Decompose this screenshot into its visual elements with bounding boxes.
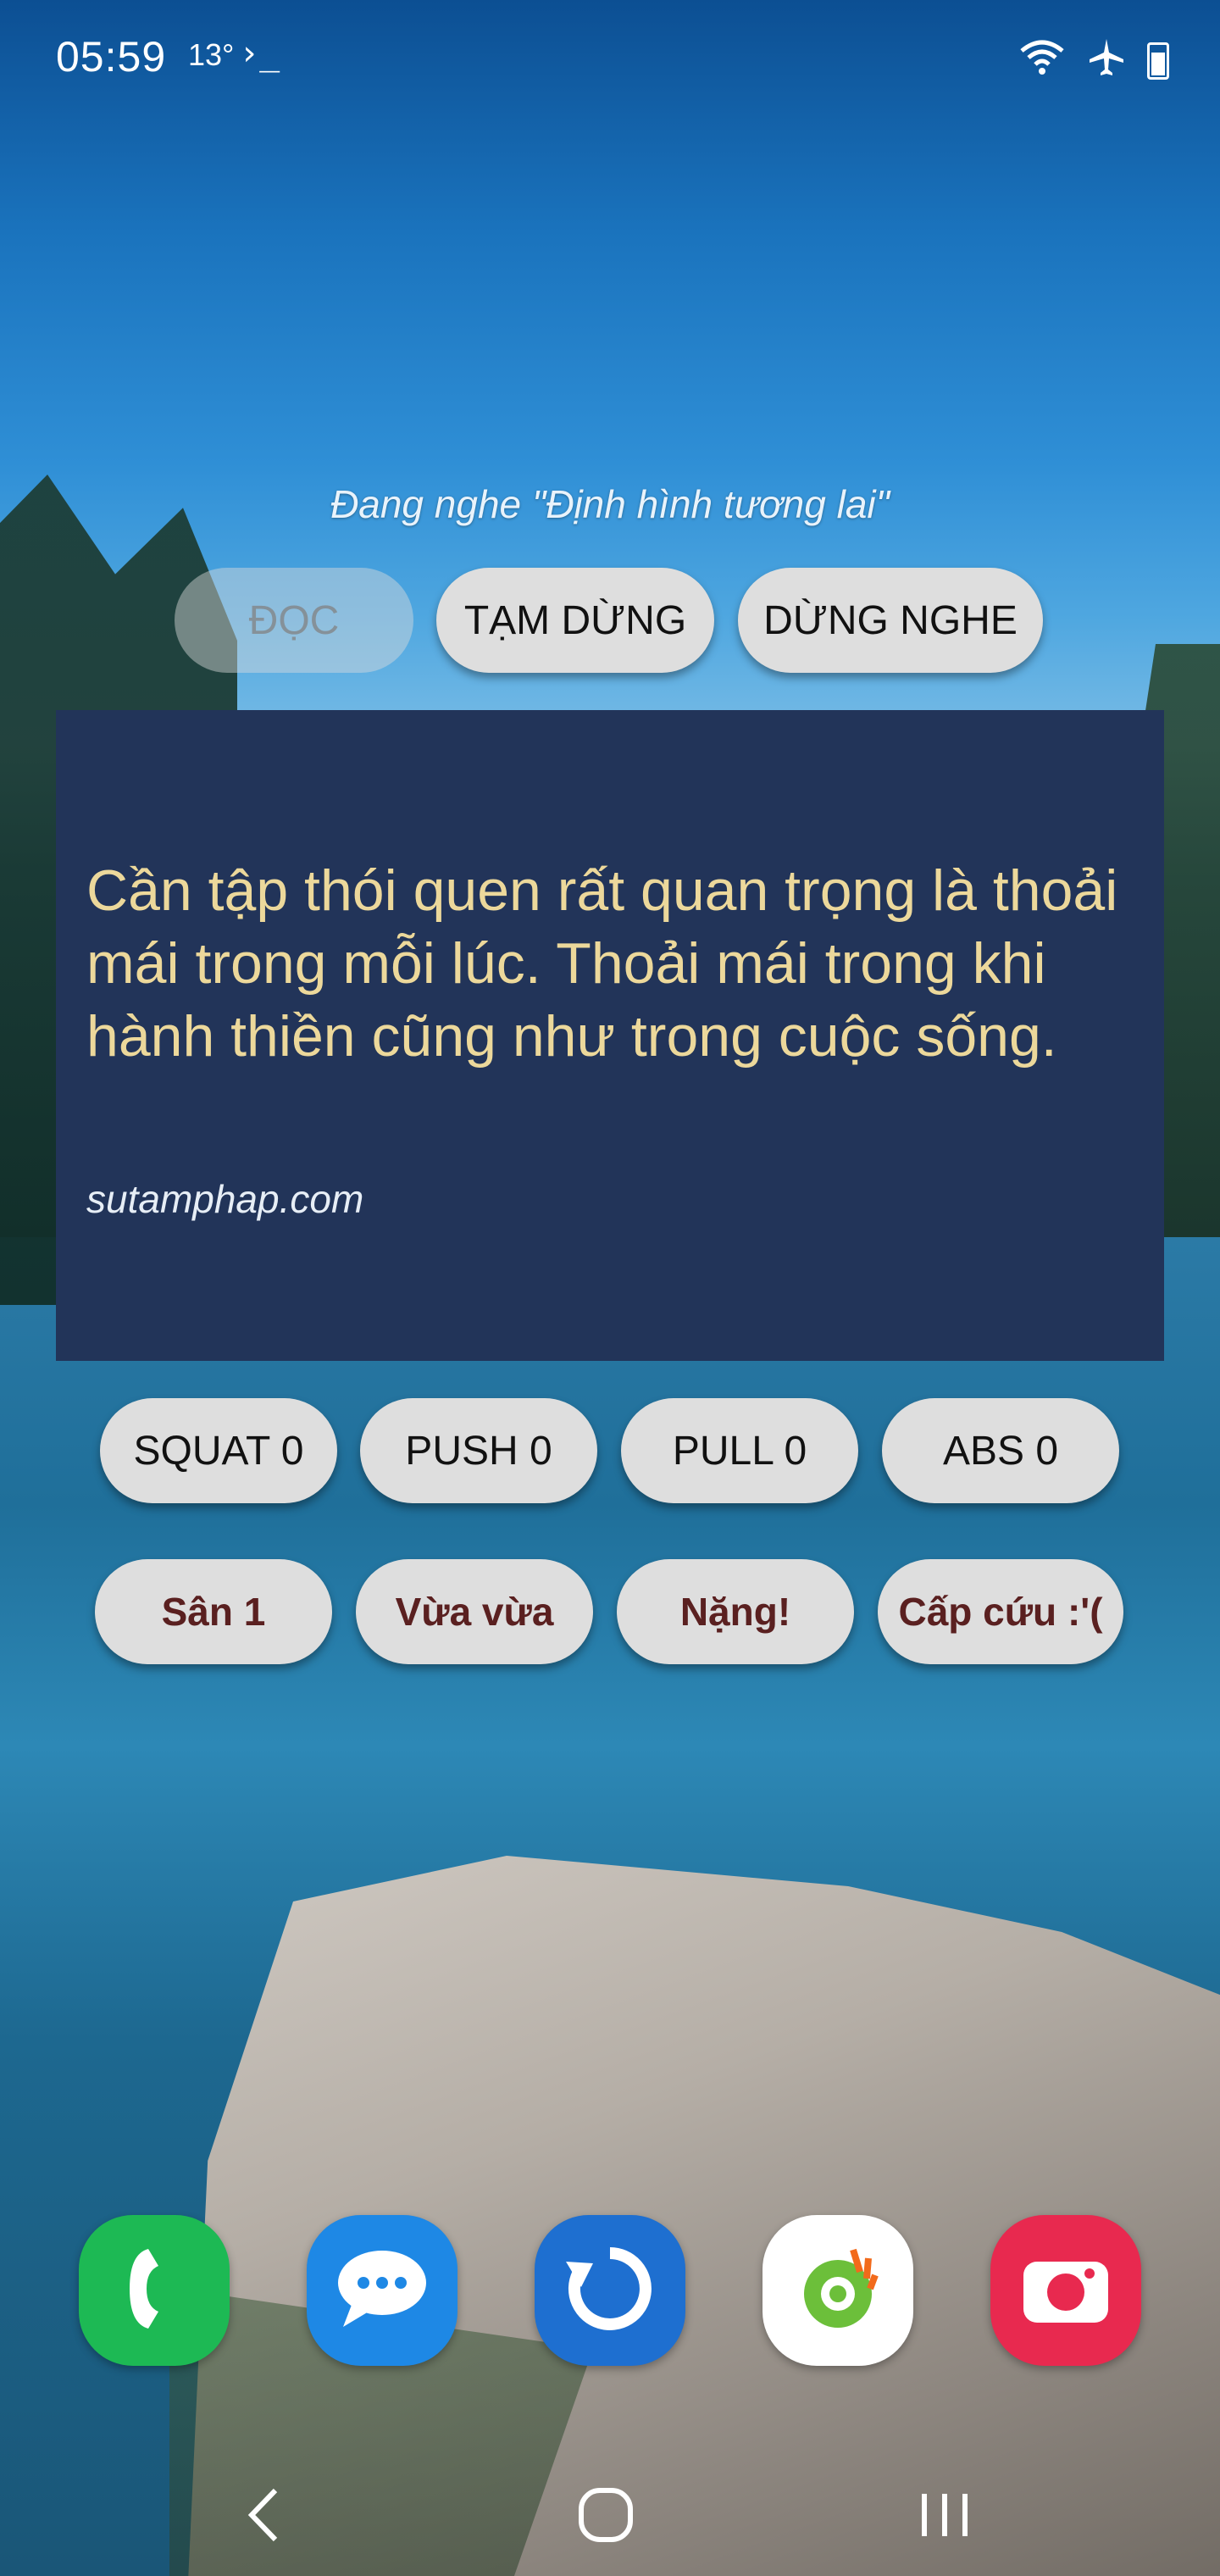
navigation-bar	[0, 2457, 1220, 2576]
terminal-icon: ›_	[239, 34, 280, 73]
pause-button[interactable]: TẠM DỪNG	[436, 568, 714, 673]
status-temperature: 13°	[188, 37, 235, 72]
back-button[interactable]	[212, 2474, 313, 2559]
recents-icon	[915, 2485, 974, 2549]
status-time: 05:59	[56, 33, 167, 80]
level-heavy-button[interactable]: Nặng!	[617, 1559, 854, 1664]
squat-counter-button[interactable]: SQUAT 0	[100, 1398, 337, 1503]
status-icons	[1018, 37, 1169, 84]
level-emergency-button[interactable]: Cấp cứu :'(	[878, 1559, 1123, 1664]
status-bar: 05:59 13° ›_	[0, 0, 1220, 119]
app-dock	[0, 2215, 1220, 2368]
level-medium-button[interactable]: Vừa vừa	[356, 1559, 593, 1664]
abs-counter-button[interactable]: ABS 0	[882, 1398, 1119, 1503]
camera-app[interactable]	[990, 2215, 1141, 2366]
browser-app[interactable]	[762, 2215, 913, 2366]
phone-icon	[116, 2242, 192, 2340]
refresh-app-icon	[559, 2238, 661, 2344]
camera-icon	[1015, 2246, 1117, 2335]
browser-app-icon	[787, 2238, 889, 2344]
level-easy-button[interactable]: Sân 1	[95, 1559, 332, 1664]
quote-text: Cần tập thói quen rất quan trọng là thoả…	[86, 858, 1118, 1069]
wifi-icon	[1018, 39, 1066, 82]
read-button[interactable]: ĐỌC	[175, 568, 413, 673]
messages-app[interactable]	[307, 2215, 458, 2366]
refresh-app[interactable]	[535, 2215, 685, 2366]
airplane-mode-icon	[1086, 37, 1127, 84]
quote-card[interactable]: Cần tập thói quen rất quan trọng là thoả…	[56, 710, 1164, 1361]
back-icon	[241, 2485, 284, 2549]
phone-app[interactable]	[79, 2215, 230, 2366]
push-counter-button[interactable]: PUSH 0	[360, 1398, 597, 1503]
home-button[interactable]	[555, 2474, 657, 2559]
now-playing-label: Đang nghe "Định hình tương lai"	[330, 482, 890, 526]
recents-button[interactable]	[894, 2474, 995, 2559]
quote-source: sutamphap.com	[86, 1177, 364, 1221]
battery-icon	[1147, 42, 1169, 80]
stop-button[interactable]: DỪNG NGHE	[738, 568, 1043, 673]
messages-icon	[331, 2242, 433, 2340]
pull-counter-button[interactable]: PULL 0	[621, 1398, 858, 1503]
home-icon	[576, 2485, 635, 2549]
